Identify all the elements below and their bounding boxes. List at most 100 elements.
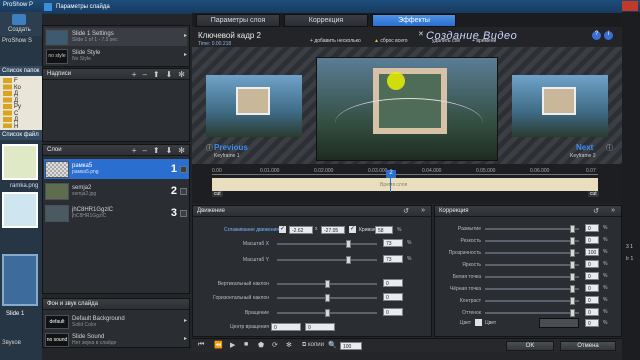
- curve-checkbox[interactable]: ✓: [349, 226, 356, 233]
- refresh-icon[interactable]: ⟳: [272, 341, 278, 349]
- correction-row-value[interactable]: 0: [585, 272, 599, 280]
- rewind-icon[interactable]: ⏪: [214, 341, 223, 349]
- slider-knob[interactable]: [569, 237, 575, 245]
- motion-row-slider[interactable]: [277, 240, 377, 248]
- remove-icon[interactable]: –: [142, 146, 146, 155]
- move-down-icon[interactable]: ⬇: [166, 146, 173, 155]
- color-value-input[interactable]: 0: [585, 319, 599, 327]
- cut-start-label[interactable]: cut: [212, 191, 223, 197]
- remove-icon[interactable]: –: [142, 70, 146, 79]
- position-x-input[interactable]: -2.62: [289, 226, 313, 234]
- move-down-icon[interactable]: ⬇: [166, 70, 173, 79]
- tab-layer-settings[interactable]: Параметры слоя: [196, 13, 280, 27]
- slider-knob[interactable]: [569, 249, 575, 257]
- gear-icon[interactable]: ✻: [286, 341, 292, 349]
- correction-row-value[interactable]: 0: [585, 236, 599, 244]
- tab-correction[interactable]: Коррекция: [284, 13, 368, 27]
- layer-checkbox[interactable]: [180, 209, 187, 217]
- play-icon[interactable]: ▶: [230, 341, 235, 349]
- motion-row-slider[interactable]: [277, 280, 377, 288]
- slider-knob[interactable]: [569, 273, 575, 281]
- correction-row-slider[interactable]: [485, 273, 579, 281]
- gear-icon[interactable]: ✻: [178, 70, 185, 79]
- correction-row-slider[interactable]: [485, 225, 579, 233]
- skip-start-icon[interactable]: ⏮: [198, 341, 204, 349]
- copy-icon[interactable]: »: [611, 207, 615, 214]
- slider-knob[interactable]: [569, 261, 575, 269]
- correction-row-slider[interactable]: [485, 309, 579, 317]
- correction-row-slider[interactable]: [485, 237, 579, 245]
- create-icon[interactable]: [12, 14, 26, 25]
- motion-row-value[interactable]: 0: [383, 293, 403, 301]
- undo-icon[interactable]: ↺: [403, 207, 409, 215]
- background-option[interactable]: default Default Background Solid Color: [44, 313, 189, 330]
- rotation-center-x-input[interactable]: 0: [271, 323, 301, 331]
- current-keyframe-preview[interactable]: [316, 57, 498, 161]
- selection-handle[interactable]: [387, 72, 405, 90]
- correction-row-slider[interactable]: [485, 261, 579, 269]
- motion-row-value[interactable]: 0: [383, 279, 403, 287]
- slide-label[interactable]: Slide 1: [6, 311, 24, 317]
- correction-row-value[interactable]: 0: [585, 308, 599, 316]
- smooth-motion-checkbox[interactable]: ✓: [279, 226, 286, 233]
- cut-end-label[interactable]: cut: [588, 191, 599, 197]
- help-icon[interactable]: ?: [592, 31, 601, 40]
- chevron-right-icon[interactable]: ▸: [184, 32, 187, 39]
- marker-icon[interactable]: ⬟: [258, 341, 264, 349]
- folder-item[interactable]: Ру: [14, 104, 21, 111]
- layer-checkbox[interactable]: [180, 165, 187, 173]
- rotation-center-y-input[interactable]: 0: [305, 323, 335, 331]
- correction-row-value[interactable]: 100: [585, 248, 599, 256]
- zoom-icon[interactable]: 🔍: [328, 341, 337, 349]
- layer-row[interactable]: рамка5 рамка5.png 1: [44, 159, 189, 179]
- file-thumbnail[interactable]: [2, 144, 38, 180]
- file-thumbnail[interactable]: [2, 192, 38, 228]
- layer-time-bar[interactable]: Время слоя: [212, 178, 598, 191]
- next-label[interactable]: Next: [576, 143, 593, 152]
- keyframe-marker[interactable]: 2: [386, 170, 396, 178]
- zoom-input[interactable]: 100: [340, 342, 362, 350]
- delete-icon[interactable]: ✕: [418, 30, 424, 38]
- correction-row-value[interactable]: 0: [585, 224, 599, 232]
- add-icon[interactable]: +: [132, 70, 137, 79]
- link-icon[interactable]: x: [315, 226, 318, 232]
- move-up-icon[interactable]: ⬆: [153, 70, 160, 79]
- slider-knob[interactable]: [324, 294, 330, 302]
- color-swatch[interactable]: [539, 318, 579, 328]
- folder-list[interactable]: F Ко Д Д Ру С Д Н: [0, 76, 42, 130]
- cancel-button[interactable]: Отмена: [560, 341, 616, 351]
- motion-row-slider[interactable]: [277, 294, 377, 302]
- slider-knob[interactable]: [324, 280, 330, 288]
- sound-option[interactable]: no sound Slide Sound Нет звука в слайде: [44, 331, 189, 348]
- slide-settings-option[interactable]: Slide 1 Settings Slide 1 of 1 - 7.5 sec: [45, 28, 187, 46]
- move-up-icon[interactable]: ⬆: [153, 146, 160, 155]
- ok-button[interactable]: OK: [506, 341, 554, 351]
- gear-icon[interactable]: ✻: [178, 146, 185, 155]
- info-icon[interactable]: i: [604, 31, 613, 40]
- slider-knob[interactable]: [569, 285, 575, 293]
- curve-input[interactable]: 58: [375, 226, 393, 234]
- position-y-input[interactable]: -27.05: [321, 226, 345, 234]
- chevron-right-icon[interactable]: ▸: [184, 51, 187, 58]
- motion-row-value[interactable]: 73: [383, 239, 403, 247]
- layer-checkbox[interactable]: [180, 187, 187, 195]
- correction-row-value[interactable]: 0: [585, 296, 599, 304]
- copies-button[interactable]: ⧉ копии: [302, 342, 324, 349]
- tab-effects[interactable]: Эффекты: [372, 13, 456, 27]
- add-icon[interactable]: +: [132, 146, 137, 155]
- previous-keyframe-preview[interactable]: [206, 75, 302, 137]
- create-label[interactable]: Создать: [8, 27, 31, 33]
- chevron-right-icon[interactable]: ▸: [184, 335, 187, 342]
- next-keyframe-preview[interactable]: [512, 75, 608, 137]
- previous-label[interactable]: Previous: [214, 143, 248, 152]
- correction-row-slider[interactable]: [485, 249, 579, 257]
- slider-knob[interactable]: [346, 256, 352, 264]
- motion-row-value[interactable]: 0: [383, 308, 403, 316]
- slide-style-option[interactable]: no style Slide Style No Style: [45, 47, 187, 65]
- correction-row-slider[interactable]: [485, 297, 579, 305]
- slider-knob[interactable]: [346, 240, 352, 248]
- undo-icon[interactable]: ↺: [593, 207, 599, 215]
- slide-thumbnail[interactable]: [2, 254, 38, 306]
- slider-knob[interactable]: [569, 297, 575, 305]
- correction-row-value[interactable]: 0: [585, 260, 599, 268]
